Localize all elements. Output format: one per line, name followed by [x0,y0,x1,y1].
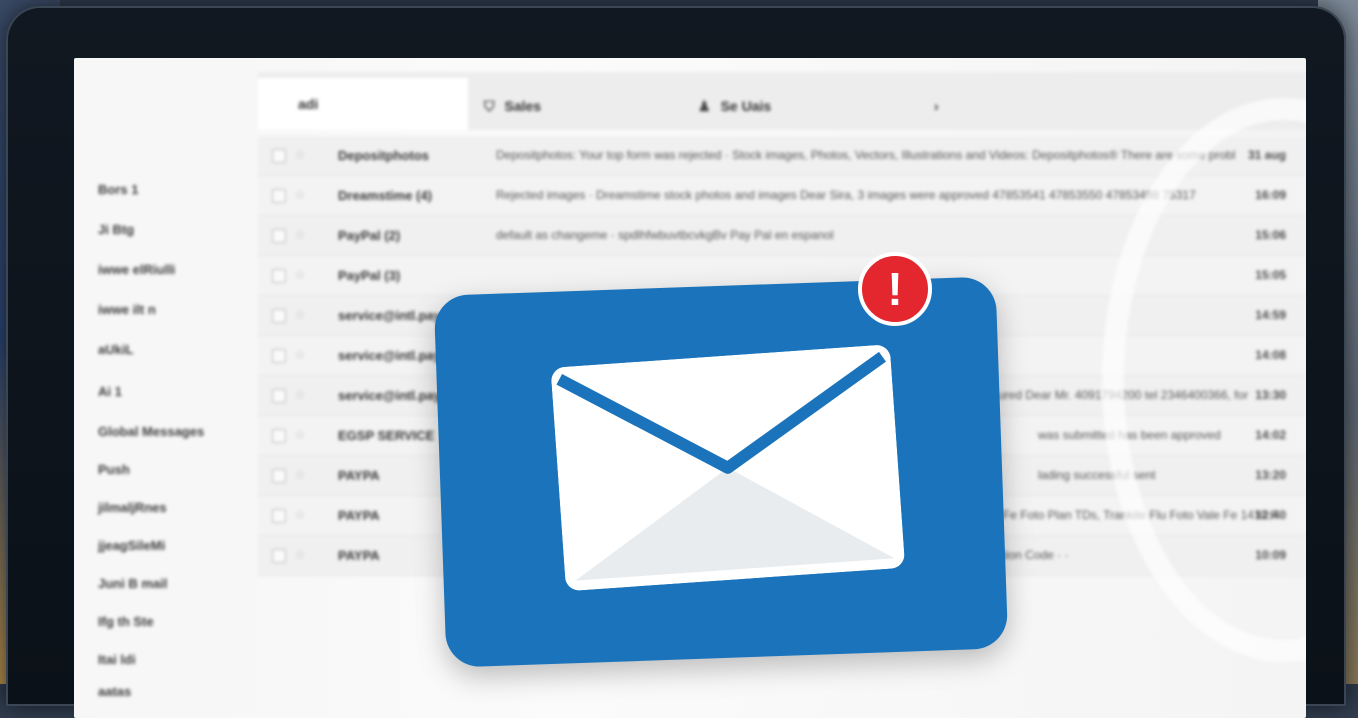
checkbox[interactable] [272,309,286,323]
sender: PayPal (2) [338,228,401,243]
tab-more[interactable]: › [934,86,939,126]
sender: Depositphotos [338,148,429,163]
tag-icon: ⛉ [484,97,495,114]
star-icon[interactable]: ☆ [294,267,306,283]
sender: PAYPA [338,548,380,563]
star-icon[interactable]: ☆ [294,547,306,563]
sidebar-item[interactable]: aUkiL [98,342,133,357]
star-icon[interactable]: ☆ [294,387,306,403]
subject: Rejected images · Dreamstime stock photo… [496,188,1196,202]
alert-badge: ! [858,252,932,326]
tab-label: adi [298,96,319,112]
chevron-right-icon: › [934,98,939,114]
checkbox[interactable] [272,549,286,563]
star-icon[interactable]: ☆ [294,347,306,363]
star-icon[interactable]: ☆ [294,187,306,203]
checkbox[interactable] [272,149,286,163]
sidebar-item[interactable]: Ji Btg [98,222,134,237]
sidebar-item[interactable]: Push [98,462,130,477]
envelope-card [433,276,1009,668]
tab-label: Se Uais [720,98,772,114]
sender: PayPal (3) [338,268,401,283]
star-icon[interactable]: ☆ [294,507,306,523]
mail-sidebar: Bors 1 Ji Btg iwwe elRiulli iwwe ilt n a… [74,58,258,718]
star-icon[interactable]: ☆ [294,147,306,163]
checkbox[interactable] [272,349,286,363]
star-icon[interactable]: ☆ [294,227,306,243]
checkbox[interactable] [272,389,286,403]
sidebar-item[interactable]: Ai 1 [98,384,122,399]
person-icon: ♟ [698,97,711,114]
tab-label: Sales [504,98,542,114]
sidebar-item[interactable]: aatas [98,684,131,699]
sidebar-item[interactable]: iwwe ilt n [98,302,156,317]
checkbox[interactable] [272,469,286,483]
sidebar-item[interactable]: Itai ldi [98,652,136,667]
checkbox[interactable] [272,429,286,443]
checkbox[interactable] [272,229,286,243]
sidebar-item[interactable]: iwwe elRiulli [98,262,175,277]
sidebar-item[interactable]: jilmaljRnes [98,500,167,515]
subject: Depositphotos: Your top form was rejecte… [496,148,1236,162]
star-icon[interactable]: ☆ [294,467,306,483]
star-icon[interactable]: ☆ [294,307,306,323]
exclamation-icon: ! [887,263,903,315]
sidebar-item[interactable]: jjeagSileMi [98,538,165,553]
tab-primary[interactable]: adi [258,78,468,130]
sidebar-item[interactable]: Global Messages [98,424,204,439]
sender: PAYPA [338,508,380,523]
tab-sales[interactable]: ⛉ Sales [484,86,541,126]
star-icon[interactable]: ☆ [294,427,306,443]
sender: PAYPA [338,468,380,483]
tab-social[interactable]: ♟ Se Uais [698,86,771,126]
table-row[interactable]: ☆ Depositphotos Depositphotos: Your top fo… [258,136,1306,176]
sender: Dreamstime (4) [338,188,432,203]
mail-tabs: adi ⛉ Sales ♟ Se Uais › [258,72,1306,130]
checkbox[interactable] [272,269,286,283]
sidebar-item[interactable]: Juni B mail [98,576,167,591]
sender: EGSP SERVICE [338,428,435,443]
sidebar-item[interactable]: Bors 1 [98,182,138,197]
checkbox[interactable] [272,509,286,523]
envelope-icon [551,345,905,591]
checkbox[interactable] [272,189,286,203]
sidebar-item[interactable]: Ifg th Ste [98,614,154,629]
